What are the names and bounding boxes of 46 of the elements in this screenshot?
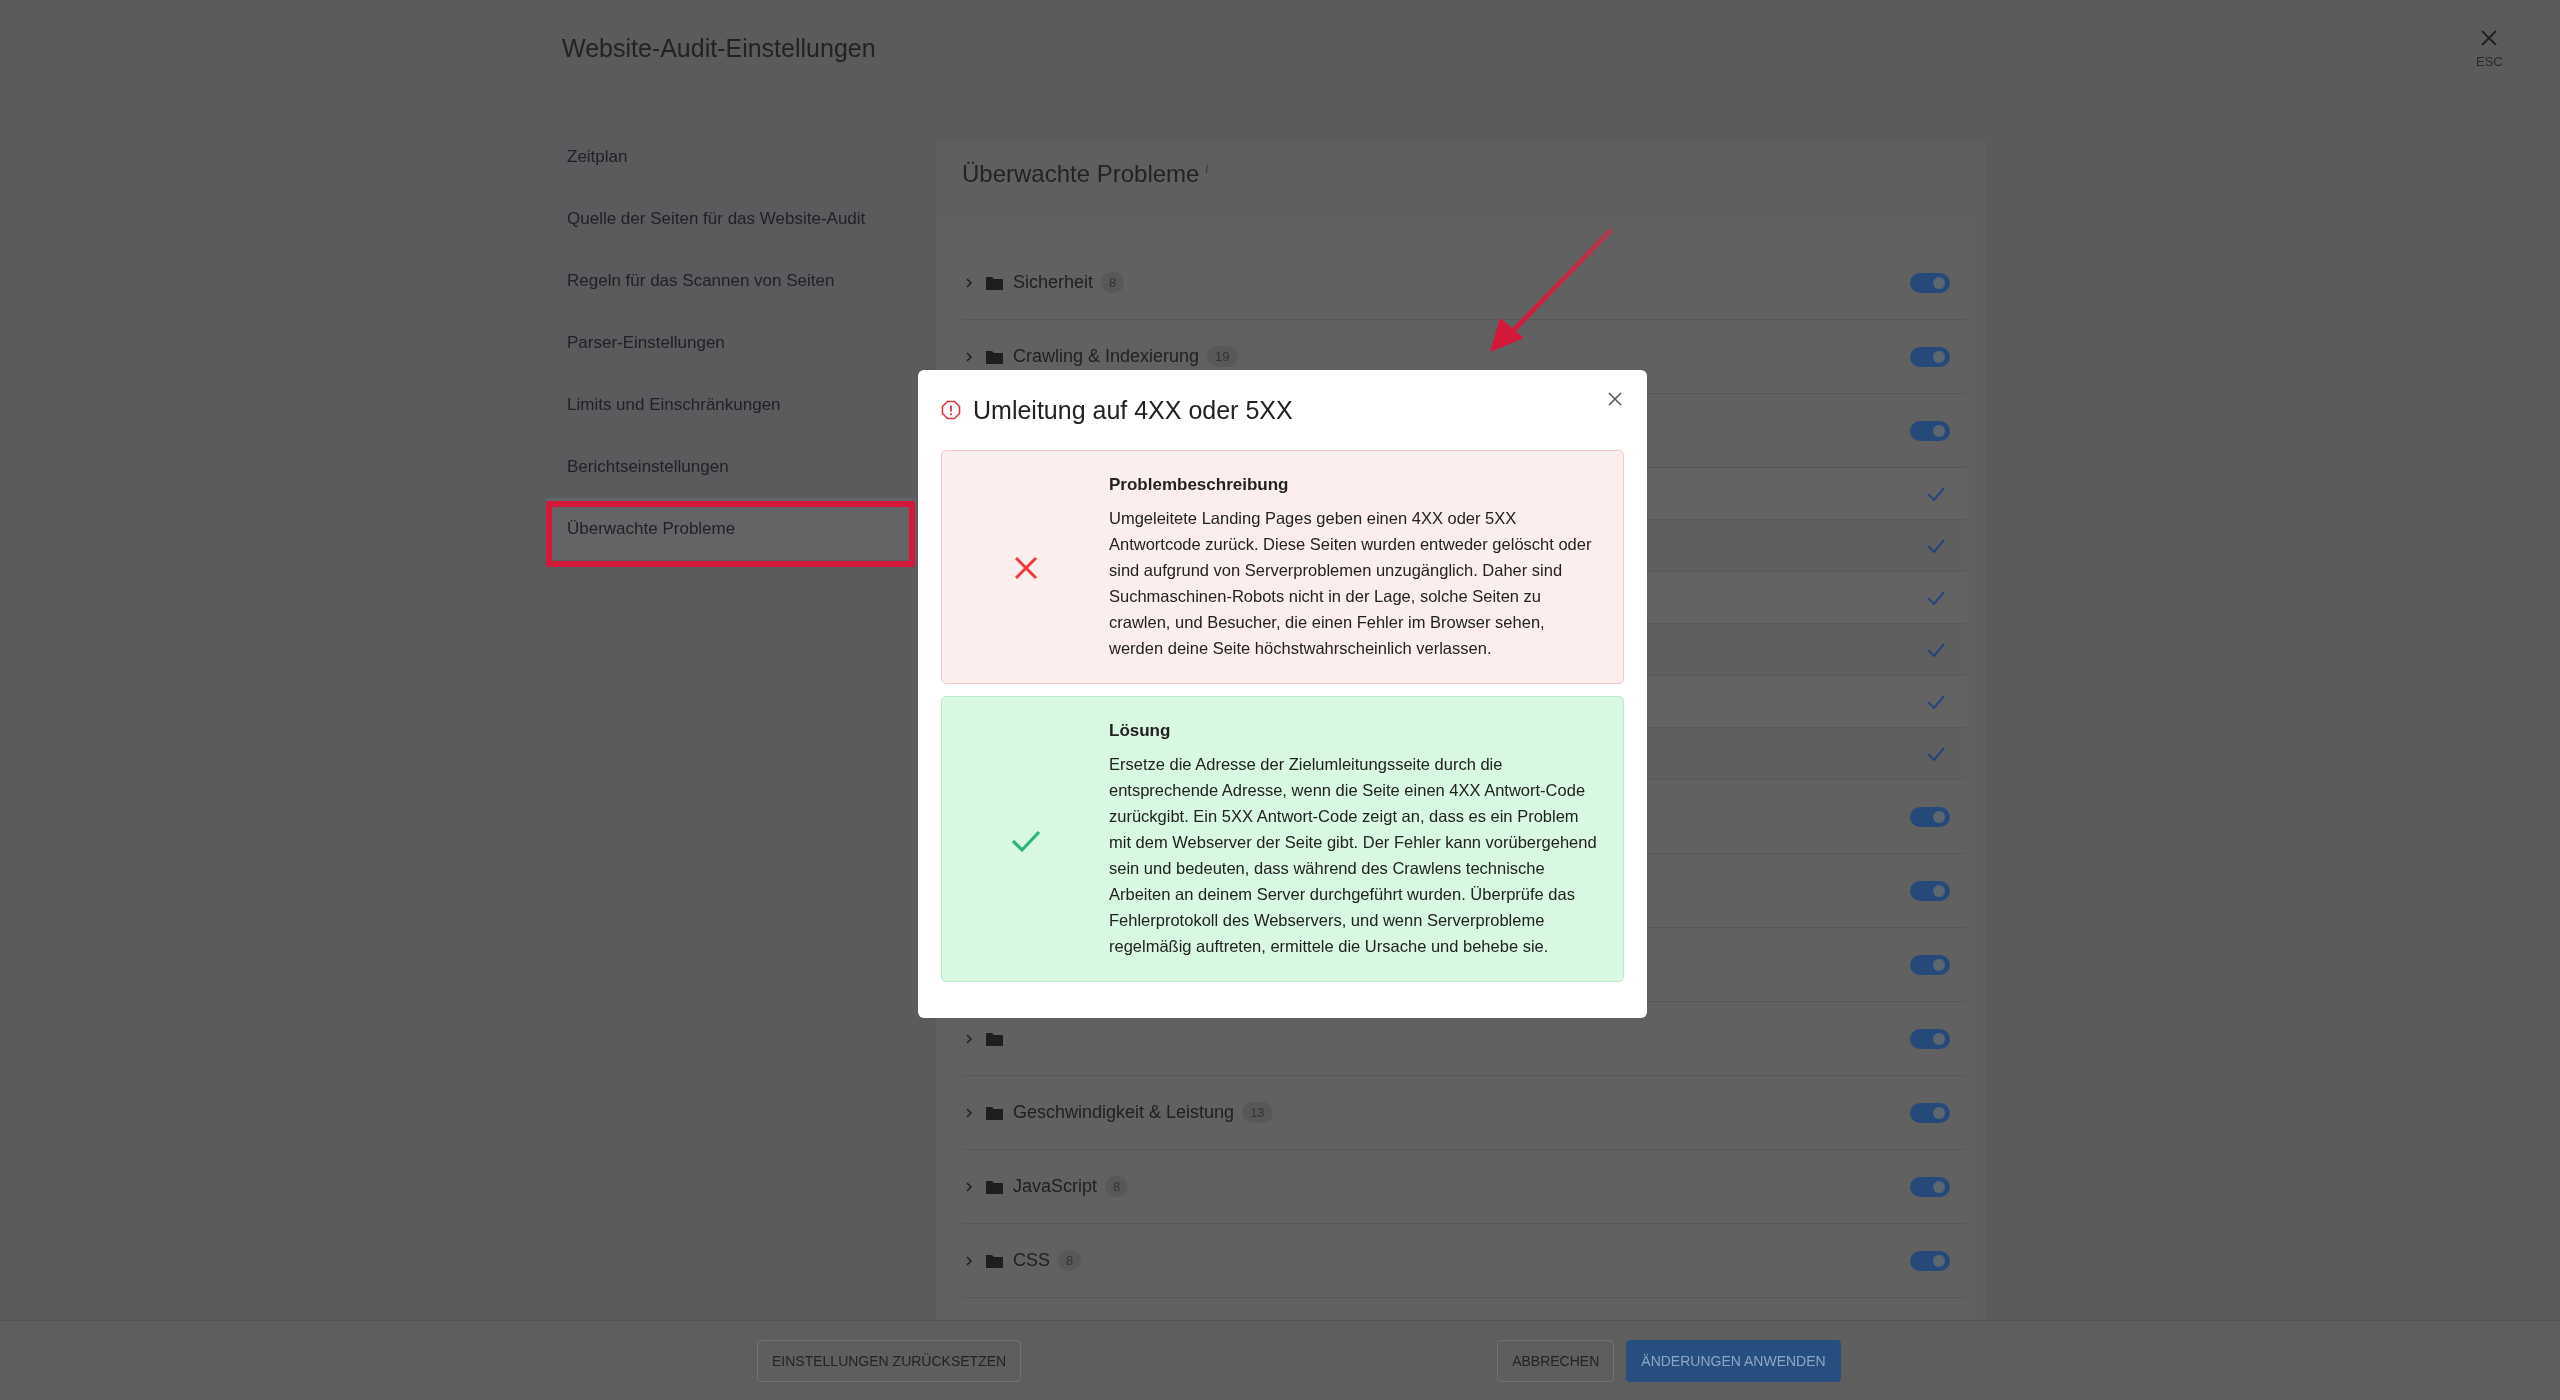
- sidebar-item[interactable]: Limits und Einschränkungen: [546, 374, 916, 436]
- folder-icon: [986, 275, 1003, 290]
- dialog-title: Website-Audit-Einstellungen: [562, 34, 876, 63]
- toggle-switch[interactable]: [1910, 1176, 1950, 1197]
- check-icon[interactable]: [1926, 641, 1946, 658]
- group-label: JavaScript: [1013, 1176, 1098, 1197]
- sidebar-item[interactable]: Zeitplan: [546, 126, 916, 188]
- check-icon[interactable]: [1926, 485, 1946, 502]
- toggle-switch[interactable]: [1910, 1250, 1950, 1271]
- toggle-switch[interactable]: [1910, 1028, 1950, 1049]
- folder-icon: [986, 1105, 1003, 1120]
- folder-icon: [986, 1253, 1003, 1268]
- section-heading: Lösung: [1109, 721, 1172, 741]
- sidebar-item[interactable]: Berichtseinstellungen: [546, 436, 916, 498]
- toggle-switch[interactable]: [1910, 1102, 1950, 1123]
- sidebar-item[interactable]: Parser-Einstellungen: [546, 312, 916, 374]
- warning-icon: [941, 400, 961, 420]
- close-icon[interactable]: [1606, 390, 1624, 408]
- check-icon[interactable]: [1926, 537, 1946, 554]
- toggle-switch[interactable]: [1910, 880, 1950, 901]
- check-icon[interactable]: [1926, 745, 1946, 762]
- sidebar-item[interactable]: Regeln für das Scannen von Seiten: [546, 250, 916, 312]
- group-label: Geschwindigkeit & Leistung: [1013, 1102, 1235, 1123]
- footer-button[interactable]: ABBRECHEN: [1497, 1339, 1615, 1382]
- section-heading: Problembeschreibung: [1109, 475, 1290, 495]
- sidebar-item[interactable]: Quelle der Seiten für das Website-Audit: [546, 188, 916, 250]
- check-icon[interactable]: [1926, 589, 1946, 606]
- toggle-switch[interactable]: [1910, 420, 1950, 441]
- folder-icon: [986, 1031, 1003, 1046]
- check-icon[interactable]: [1926, 693, 1946, 710]
- panel-title: Überwachte Probleme: [962, 160, 1200, 188]
- section-text: Umgeleitete Landing Pages geben einen 4XX oder 5XX Antwortcode zurück. Diese Seiten wurden entweder gelöscht oder sind aufgrund von Serverproblemen unzugänglich. Daher sind Suchmaschinen-Robots nicht in der Lage, solche Seiten zu crawlen, und Besucher, die einen Fehler im Browser sehen, werden deine Seite höchstwahrscheinlich verlassen.: [1109, 508, 1593, 659]
- section-text: Ersetze die Adresse der Zielumleitungsseite durch die entsprechende Adresse, wenn die Seite einen 4XX Antwort-Code zurückgibt. Ein 5XX Antwort-Code zeigt an, dass es ein Problem mit dem Webserver der Seite gibt. Der Fehler kann vorübergehend sein und bedeuten, dass während des Crawlens technische Arbeiten an deinem Server durchgeführt wurden. Überprüfe das Fehlerprotokoll des Webservers, und wenn Serverprobleme regelmäßig auftreten, ermittele die Ursache und behebe sie.: [1109, 754, 1598, 957]
- toggle-switch[interactable]: [1910, 954, 1950, 975]
- group-label: CSS: [1013, 1250, 1050, 1271]
- toggle-switch[interactable]: [1910, 346, 1950, 367]
- toggle-switch[interactable]: [1910, 806, 1950, 827]
- group-label: Sicherheit: [1013, 272, 1094, 293]
- folder-icon: [986, 349, 1003, 364]
- folder-icon: [986, 1179, 1003, 1194]
- modal-title: Umleitung auf 4XX oder 5XX: [973, 395, 1293, 425]
- toggle-switch[interactable]: [1910, 272, 1950, 293]
- footer-button[interactable]: ÄNDERUNGEN ANWENDEN: [1626, 1339, 1841, 1382]
- footer-button[interactable]: EINSTELLUNGEN ZURÜCKSETZEN: [757, 1339, 1022, 1382]
- group-label: Crawling & Indexierung: [1013, 346, 1200, 367]
- close-icon: [2479, 28, 2500, 48]
